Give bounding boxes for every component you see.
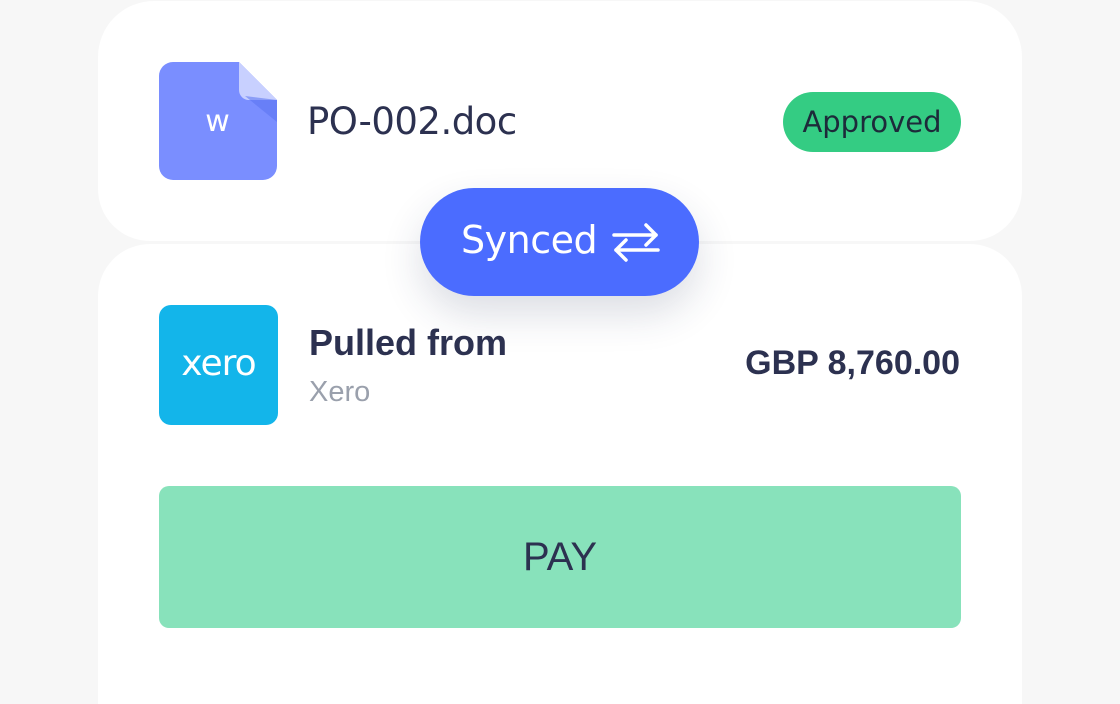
pay-button[interactable]: PAY bbox=[159, 486, 961, 628]
xero-logo-text: xero bbox=[181, 343, 256, 384]
xero-logo: xero bbox=[159, 305, 278, 425]
synced-pill[interactable]: Synced bbox=[420, 188, 699, 296]
swap-arrows-icon bbox=[610, 222, 662, 262]
status-badge: Approved bbox=[783, 92, 961, 152]
file-icon-letter: w bbox=[205, 104, 231, 139]
synced-label: Synced bbox=[461, 218, 598, 262]
source-name: Xero bbox=[309, 376, 371, 408]
source-title: Pulled from bbox=[309, 322, 508, 363]
word-document-icon: w bbox=[159, 62, 277, 180]
file-name[interactable]: PO-002.doc bbox=[307, 100, 517, 143]
amount: GBP 8,760.00 bbox=[745, 344, 960, 382]
